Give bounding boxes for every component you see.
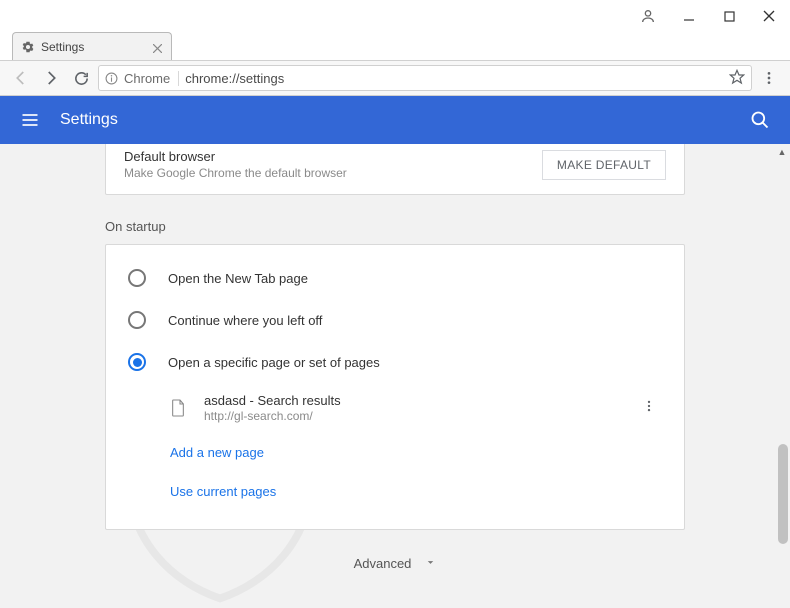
add-page-link[interactable]: Add a new page [106, 433, 684, 472]
address-bar[interactable]: Chrome chrome://settings [98, 65, 752, 91]
page-icon [170, 398, 186, 418]
browser-tab[interactable]: Settings [12, 32, 172, 60]
url-text: chrome://settings [185, 71, 723, 86]
minimize-button[interactable] [682, 9, 696, 23]
radio-icon [128, 269, 146, 287]
menu-icon[interactable] [20, 110, 40, 130]
use-current-pages-link[interactable]: Use current pages [106, 472, 684, 511]
default-browser-card: Default browser Make Google Chrome the d… [105, 144, 685, 195]
profile-icon[interactable] [640, 8, 656, 24]
chevron-down-icon [425, 556, 436, 571]
page-more-button[interactable] [636, 398, 662, 419]
startup-card: Open the New Tab page Continue where you… [105, 244, 685, 530]
advanced-label: Advanced [354, 556, 412, 571]
on-startup-label: On startup [105, 219, 685, 234]
back-button[interactable] [8, 65, 34, 91]
radio-label: Continue where you left off [168, 313, 322, 328]
startup-option-newtab[interactable]: Open the New Tab page [106, 257, 684, 299]
startup-option-specific[interactable]: Open a specific page or set of pages [106, 341, 684, 383]
radio-label: Open a specific page or set of pages [168, 355, 380, 370]
site-info-icon[interactable] [105, 72, 118, 85]
tab-strip: Settings [0, 32, 790, 60]
startup-option-continue[interactable]: Continue where you left off [106, 299, 684, 341]
close-tab-icon[interactable] [153, 42, 163, 52]
bookmark-star-icon[interactable] [729, 69, 745, 88]
browser-menu-button[interactable] [756, 65, 782, 91]
radio-icon-selected [128, 353, 146, 371]
reload-button[interactable] [68, 65, 94, 91]
radio-label: Open the New Tab page [168, 271, 308, 286]
url-scheme-chip: Chrome [124, 71, 179, 86]
advanced-toggle[interactable]: Advanced [0, 556, 790, 571]
forward-button[interactable] [38, 65, 64, 91]
make-default-button[interactable]: MAKE DEFAULT [542, 150, 666, 180]
radio-icon [128, 311, 146, 329]
close-window-button[interactable] [762, 9, 776, 23]
search-icon[interactable] [750, 110, 770, 130]
startup-page-url: http://gl-search.com/ [204, 409, 618, 423]
default-browser-title: Default browser [124, 149, 347, 164]
gear-icon [21, 40, 35, 54]
settings-header: Settings [0, 96, 790, 144]
page-title: Settings [60, 111, 750, 129]
tab-title: Settings [41, 40, 153, 54]
toolbar: Chrome chrome://settings [0, 60, 790, 96]
maximize-button[interactable] [722, 9, 736, 23]
default-browser-subtitle: Make Google Chrome the default browser [124, 166, 347, 180]
startup-page-entry: asdasd - Search results http://gl-search… [106, 383, 684, 433]
startup-page-title: asdasd - Search results [204, 393, 618, 408]
settings-content: pcrisk.com Default browser Make Google C… [0, 144, 790, 608]
window-titlebar [0, 0, 790, 32]
